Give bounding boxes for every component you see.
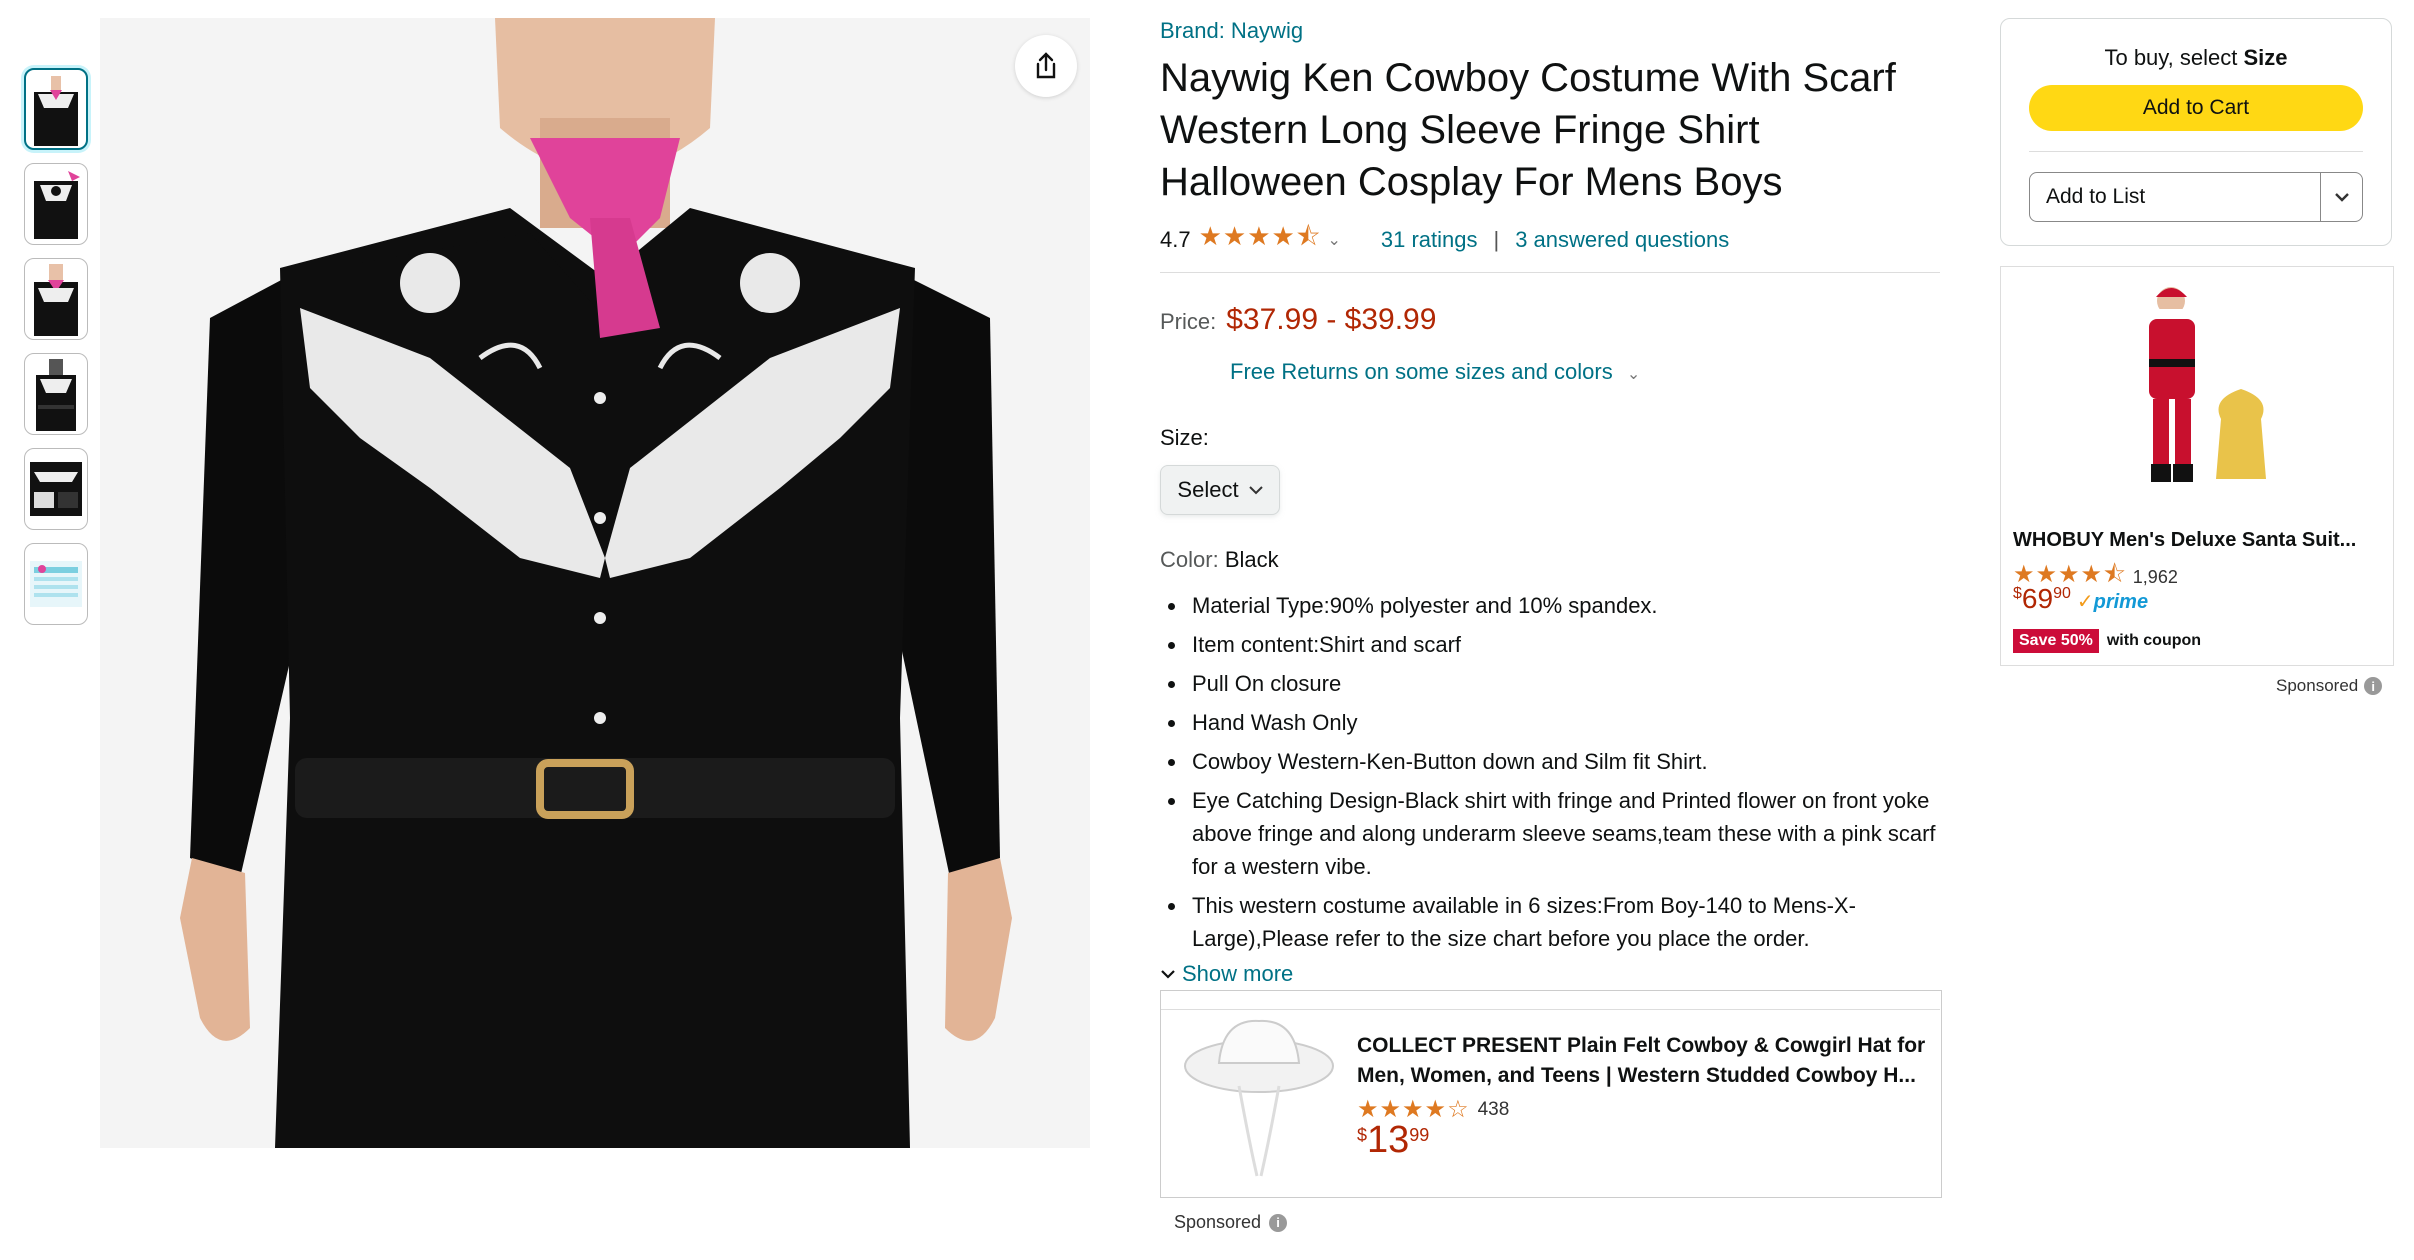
- ratings-link[interactable]: 31 ratings: [1381, 227, 1478, 253]
- list-item: Eye Catching Design-Black shirt with fri…: [1188, 784, 1940, 883]
- detail-thumbnail-icon: [30, 462, 82, 516]
- shirt-thumbnail-icon: [34, 264, 78, 336]
- to-buy-instruction: To buy, select Size: [2001, 45, 2391, 71]
- price-fraction: 90: [2053, 585, 2071, 602]
- ad-coupon: Save 50% with coupon: [2013, 629, 2201, 653]
- price-currency: $: [1357, 1125, 1368, 1145]
- product-details: Brand: Naywig Naywig Ken Cowboy Costume …: [1160, 18, 1940, 1010]
- size-chart-thumbnail-icon: [30, 561, 82, 607]
- ad-price: $69 90 ✓prime: [2013, 583, 2148, 615]
- size-label: Size:: [1160, 425, 1209, 450]
- ad-product-title[interactable]: WHOBUY Men's Deluxe Santa Suit...: [2013, 529, 2383, 552]
- separator: |: [1493, 227, 1500, 252]
- santa-suit-image: [2149, 287, 2266, 482]
- cowboy-shirt-illustration: [100, 18, 1090, 1148]
- size-select-label: Select: [1177, 477, 1239, 502]
- thumbnail-5[interactable]: [24, 448, 88, 530]
- cowboy-hat-image: [1184, 1019, 1334, 1177]
- answered-questions-link[interactable]: 3 answered questions: [1515, 227, 1729, 253]
- thumbnail-1[interactable]: [24, 68, 88, 150]
- info-icon[interactable]: i: [1269, 1213, 1288, 1232]
- color-label: Color:: [1160, 547, 1219, 572]
- sponsored-label: Sponsored i: [2276, 676, 2383, 696]
- price-row: Price: $37.99 - $39.99: [1160, 303, 1940, 337]
- show-more-link[interactable]: Show more: [1160, 961, 1940, 987]
- chevron-down-icon[interactable]: ⌄: [1327, 230, 1340, 250]
- price-label: Price:: [1160, 309, 1217, 334]
- list-item: Pull On closure: [1188, 667, 1940, 700]
- free-returns-link[interactable]: Free Returns on some sizes and colors ⌄: [1230, 359, 1940, 385]
- product-title: Naywig Ken Cowboy Costume With Scarf Wes…: [1160, 56, 1896, 204]
- price-value: $37.99 - $39.99: [1226, 303, 1437, 336]
- sponsored-price: $1399: [1357, 1119, 1429, 1162]
- add-to-list-dropdown[interactable]: [2320, 173, 2362, 221]
- prime-check-icon: ✓: [2076, 591, 2094, 613]
- price-whole: 69: [2021, 583, 2054, 614]
- chevron-down-icon: ⌄: [1626, 366, 1641, 383]
- list-item: Cowboy Western-Ken-Button down and Silm …: [1188, 745, 1940, 778]
- color-value: Black: [1224, 547, 1279, 572]
- prime-badge: ✓prime: [2077, 589, 2148, 614]
- share-button[interactable]: [1015, 35, 1077, 97]
- add-to-cart-button[interactable]: Add to Cart: [2029, 85, 2363, 131]
- chevron-down-icon: [2334, 193, 2349, 202]
- share-icon: [1036, 52, 1056, 79]
- to-buy-prefix: To buy, select: [2104, 45, 2238, 70]
- chevron-down-icon: [1161, 970, 1175, 979]
- list-item: Item content:Shirt and scarf: [1188, 628, 1940, 661]
- shirt-thumbnail-icon: [34, 171, 80, 239]
- list-item: Material Type:90% polyester and 10% span…: [1188, 589, 1940, 622]
- thumbnail-4[interactable]: [24, 353, 88, 435]
- thumbnail-3[interactable]: [24, 258, 88, 340]
- list-item: This western costume available in 6 size…: [1188, 889, 1940, 955]
- rating-count: 438: [1477, 1098, 1510, 1120]
- color-row: Color: Black: [1160, 547, 1940, 573]
- prime-label: prime: [2093, 591, 2149, 613]
- show-more-label: Show more: [1182, 961, 1294, 986]
- thumbnail-strip: [24, 68, 90, 638]
- add-to-list-button[interactable]: Add to List: [2029, 172, 2363, 222]
- to-buy-size: Size: [2243, 45, 2288, 70]
- brand-link[interactable]: Brand: Naywig: [1160, 18, 1940, 44]
- add-to-list-label: Add to List: [2046, 185, 2146, 208]
- divider: [2029, 151, 2363, 152]
- shirt-thumbnail-icon: [36, 359, 76, 431]
- sponsored-label: Sponsored i: [1174, 1212, 1288, 1233]
- list-item: Hand Wash Only: [1188, 706, 1940, 739]
- chevron-down-icon: [1248, 486, 1263, 495]
- rating-value: 4.7: [1160, 227, 1191, 252]
- coupon-badge: Save 50%: [2013, 629, 2099, 653]
- star-rating-icon[interactable]: ★★★★⯪: [1199, 218, 1322, 262]
- rating-row: 4.7 ★★★★⯪ ⌄ 31 ratings | 3 answered ques…: [1160, 218, 1940, 273]
- free-returns-label: Free Returns on some sizes and colors: [1230, 359, 1613, 384]
- thumbnail-2[interactable]: [24, 163, 88, 245]
- price-fraction: 99: [1409, 1125, 1430, 1145]
- buy-box: To buy, select Size Add to Cart Add to L…: [2000, 18, 2392, 246]
- price-currency: $: [2013, 585, 2022, 602]
- shirt-thumbnail-icon: [34, 76, 78, 146]
- size-select-dropdown[interactable]: Select: [1160, 465, 1280, 515]
- thumbnail-6[interactable]: [24, 543, 88, 625]
- sponsored-product-title[interactable]: COLLECT PRESENT Plain Felt Cowboy & Cowg…: [1357, 1031, 1927, 1091]
- main-product-image[interactable]: [100, 18, 1090, 1148]
- info-icon[interactable]: i: [2364, 677, 2383, 695]
- feature-bullets: Material Type:90% polyester and 10% span…: [1160, 589, 1940, 955]
- sponsored-text: Sponsored: [2276, 676, 2359, 695]
- sponsored-product-card[interactable]: COLLECT PRESENT Plain Felt Cowboy & Cowg…: [1160, 990, 1942, 1198]
- coupon-text: with coupon: [2106, 632, 2202, 649]
- sponsored-ad-card[interactable]: WHOBUY Men's Deluxe Santa Suit... ★★★★⯪ …: [2000, 266, 2394, 666]
- price-whole: 13: [1367, 1119, 1410, 1161]
- sponsored-text: Sponsored: [1174, 1212, 1262, 1232]
